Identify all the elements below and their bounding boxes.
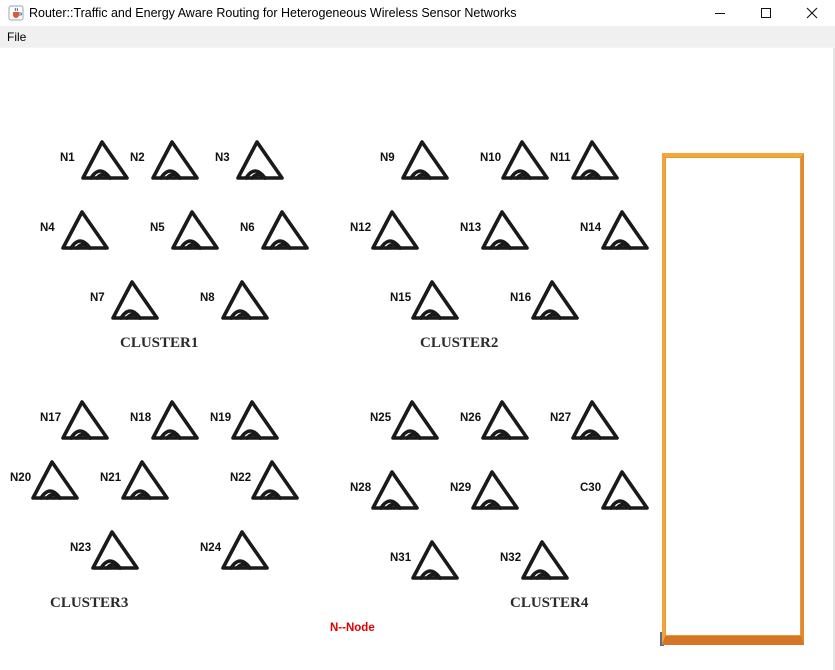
signal-node-icon bbox=[470, 468, 520, 512]
node-label: N15 bbox=[390, 292, 412, 304]
title-bar: Router::Traffic and Energy Aware Routing… bbox=[0, 0, 835, 26]
node-label: N14 bbox=[580, 222, 602, 234]
cluster-label-3: CLUSTER3 bbox=[50, 595, 129, 611]
node-label: N25 bbox=[370, 412, 392, 424]
node-label: N3 bbox=[215, 152, 230, 164]
node-label: N8 bbox=[200, 292, 215, 304]
signal-node-icon bbox=[110, 278, 160, 322]
node-label: N16 bbox=[510, 292, 532, 304]
node-label: N6 bbox=[240, 222, 255, 234]
signal-node-icon bbox=[520, 538, 570, 582]
signal-node-icon bbox=[370, 208, 420, 252]
node-label: N23 bbox=[70, 542, 92, 554]
node-label: N22 bbox=[230, 472, 252, 484]
node-label: N4 bbox=[40, 222, 55, 234]
cluster-label-2: CLUSTER2 bbox=[420, 335, 499, 351]
signal-node-icon bbox=[570, 398, 620, 442]
node-label: N32 bbox=[500, 552, 522, 564]
signal-node-icon bbox=[480, 208, 530, 252]
signal-node-icon bbox=[120, 458, 170, 502]
close-icon bbox=[806, 7, 818, 19]
node-label: C30 bbox=[580, 482, 602, 494]
signal-node-icon bbox=[250, 458, 300, 502]
node-label: N10 bbox=[480, 152, 502, 164]
signal-node-icon bbox=[220, 278, 270, 322]
signal-node-icon bbox=[500, 138, 550, 182]
signal-node-icon bbox=[170, 208, 220, 252]
signal-node-icon bbox=[60, 208, 110, 252]
maximize-icon bbox=[761, 8, 771, 18]
node-label: N2 bbox=[130, 152, 145, 164]
signal-node-icon bbox=[80, 138, 130, 182]
node-label: N11 bbox=[550, 152, 571, 164]
node-label: N27 bbox=[550, 412, 572, 424]
close-button[interactable] bbox=[789, 0, 835, 26]
node-label: N24 bbox=[200, 542, 222, 554]
signal-node-icon bbox=[260, 208, 310, 252]
signal-node-icon bbox=[410, 278, 460, 322]
signal-node-icon bbox=[570, 138, 620, 182]
node-label: N18 bbox=[130, 412, 152, 424]
node-label: N12 bbox=[350, 222, 372, 234]
node-label: N31 bbox=[390, 552, 412, 564]
node-label: N26 bbox=[460, 412, 482, 424]
java-cup-icon bbox=[8, 5, 24, 21]
node-label: N9 bbox=[380, 152, 395, 164]
signal-node-icon bbox=[90, 528, 140, 572]
signal-node-icon bbox=[400, 138, 450, 182]
signal-node-icon bbox=[600, 468, 650, 512]
minimize-icon bbox=[715, 13, 725, 14]
node-label: N21 bbox=[100, 472, 122, 484]
menu-bar: File bbox=[0, 26, 835, 48]
node-label: N28 bbox=[350, 482, 372, 494]
signal-node-icon bbox=[60, 398, 110, 442]
signal-node-icon bbox=[600, 208, 650, 252]
cluster-label-1: CLUSTER1 bbox=[120, 335, 199, 351]
minimize-button[interactable] bbox=[697, 0, 743, 26]
signal-node-icon bbox=[220, 528, 270, 572]
signal-node-icon bbox=[235, 138, 285, 182]
cluster-label-4: CLUSTER4 bbox=[510, 595, 589, 611]
signal-node-icon bbox=[480, 398, 530, 442]
node-label: N17 bbox=[40, 412, 62, 424]
signal-node-icon bbox=[530, 278, 580, 322]
legend-text: N--Node bbox=[330, 622, 375, 634]
signal-node-icon bbox=[370, 468, 420, 512]
node-label: N19 bbox=[210, 412, 232, 424]
node-label: N7 bbox=[90, 292, 105, 304]
node-label: N5 bbox=[150, 222, 165, 234]
maximize-button[interactable] bbox=[743, 0, 789, 26]
signal-node-icon bbox=[230, 398, 280, 442]
signal-node-icon bbox=[410, 538, 460, 582]
node-label: N20 bbox=[10, 472, 32, 484]
signal-node-icon bbox=[390, 398, 440, 442]
signal-node-icon bbox=[150, 138, 200, 182]
node-label: N13 bbox=[460, 222, 482, 234]
window-title: Router::Traffic and Energy Aware Routing… bbox=[29, 6, 517, 20]
signal-node-icon bbox=[150, 398, 200, 442]
node-label: N29 bbox=[450, 482, 472, 494]
signal-node-icon bbox=[30, 458, 80, 502]
side-panel bbox=[662, 153, 804, 645]
node-label: N1 bbox=[60, 152, 75, 164]
menu-file[interactable]: File bbox=[7, 30, 26, 44]
